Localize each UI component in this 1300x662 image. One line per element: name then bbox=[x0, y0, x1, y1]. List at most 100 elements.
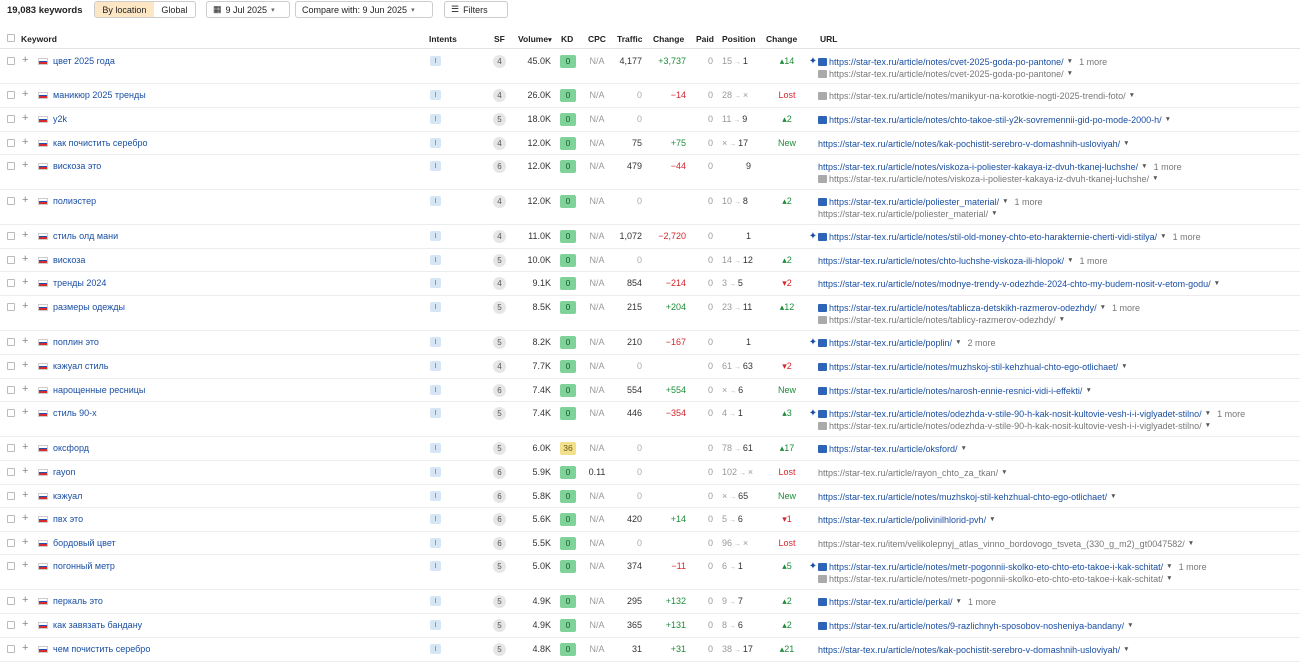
url-link[interactable]: https://star-tex.ru/article/notes/cvet-2… bbox=[829, 68, 1064, 80]
add-keyword-icon[interactable]: + bbox=[22, 442, 28, 453]
serp-features-count[interactable]: 4 bbox=[493, 195, 506, 208]
url-link[interactable]: https://star-tex.ru/article/notes/tablic… bbox=[829, 314, 1056, 326]
row-checkbox[interactable] bbox=[7, 338, 15, 346]
add-keyword-icon[interactable]: + bbox=[22, 513, 28, 524]
header-volume[interactable]: Volume▾ bbox=[518, 34, 552, 44]
add-keyword-icon[interactable]: + bbox=[22, 254, 28, 265]
url-link[interactable]: https://star-tex.ru/article/notes/cvet-2… bbox=[829, 56, 1064, 68]
serp-features-count[interactable]: 5 bbox=[493, 560, 506, 573]
url-link[interactable]: https://star-tex.ru/article/notes/viskoz… bbox=[818, 161, 1138, 173]
chevron-down-icon[interactable]: ▼ bbox=[1067, 68, 1073, 80]
chevron-down-icon[interactable]: ▼ bbox=[1067, 56, 1073, 68]
add-keyword-icon[interactable]: + bbox=[22, 160, 28, 171]
serp-features-count[interactable]: 5 bbox=[493, 301, 506, 314]
header-position[interactable]: Position bbox=[722, 34, 756, 44]
row-checkbox[interactable] bbox=[7, 409, 15, 417]
keyword-link[interactable]: тренды 2024 bbox=[53, 278, 106, 288]
keyword-link[interactable]: чем почистить серебро bbox=[53, 644, 150, 654]
more-urls-link[interactable]: 1 more bbox=[1179, 561, 1207, 573]
add-keyword-icon[interactable]: + bbox=[22, 560, 28, 571]
header-position-change[interactable]: Change bbox=[766, 34, 797, 44]
more-urls-link[interactable]: 1 more bbox=[1015, 196, 1043, 208]
serp-features-count[interactable]: 4 bbox=[493, 277, 506, 290]
keyword-link[interactable]: y2k bbox=[53, 114, 67, 124]
add-keyword-icon[interactable]: + bbox=[22, 277, 28, 288]
row-checkbox[interactable] bbox=[7, 645, 15, 653]
keyword-link[interactable]: rayon bbox=[53, 467, 76, 477]
serp-features-count[interactable]: 5 bbox=[493, 442, 506, 455]
add-keyword-icon[interactable]: + bbox=[22, 537, 28, 548]
row-checkbox[interactable] bbox=[7, 303, 15, 311]
global-button[interactable]: Global bbox=[154, 2, 195, 17]
url-link[interactable]: https://star-tex.ru/article/notes/tablic… bbox=[829, 302, 1097, 314]
keyword-link[interactable]: перкаль это bbox=[53, 596, 103, 606]
more-urls-link[interactable]: 2 more bbox=[968, 337, 996, 349]
row-checkbox[interactable] bbox=[7, 597, 15, 605]
url-link[interactable]: https://star-tex.ru/article/notes/odezhd… bbox=[829, 420, 1202, 432]
add-keyword-icon[interactable]: + bbox=[22, 466, 28, 477]
url-link[interactable]: https://star-tex.ru/article/poplin/ bbox=[829, 337, 952, 349]
header-intents[interactable]: Intents bbox=[429, 34, 457, 44]
serp-features-count[interactable]: 4 bbox=[493, 55, 506, 68]
serp-features-count[interactable]: 4 bbox=[493, 360, 506, 373]
filters-button[interactable]: ☰ Filters bbox=[444, 1, 508, 18]
keyword-link[interactable]: оксфорд bbox=[53, 443, 89, 453]
url-link[interactable]: https://star-tex.ru/article/notes/chto-t… bbox=[829, 114, 1162, 126]
chevron-down-icon[interactable]: ▼ bbox=[961, 443, 967, 455]
chevron-down-icon[interactable]: ▼ bbox=[991, 208, 997, 220]
chevron-down-icon[interactable]: ▼ bbox=[1129, 90, 1135, 102]
serp-features-count[interactable]: 6 bbox=[493, 513, 506, 526]
keyword-link[interactable]: вискоза bbox=[53, 255, 85, 265]
url-link[interactable]: https://star-tex.ru/article/oksford/ bbox=[829, 443, 958, 455]
add-keyword-icon[interactable]: + bbox=[22, 301, 28, 312]
add-keyword-icon[interactable]: + bbox=[22, 619, 28, 630]
serp-features-count[interactable]: 5 bbox=[493, 113, 506, 126]
keyword-link[interactable]: нарощенные ресницы bbox=[53, 385, 145, 395]
add-keyword-icon[interactable]: + bbox=[22, 643, 28, 654]
url-link[interactable]: https://star-tex.ru/article/notes/narosh… bbox=[829, 385, 1082, 397]
chevron-down-icon[interactable]: ▼ bbox=[1123, 644, 1129, 656]
chevron-down-icon[interactable]: ▼ bbox=[1100, 302, 1106, 314]
row-checkbox[interactable] bbox=[7, 539, 15, 547]
row-checkbox[interactable] bbox=[7, 162, 15, 170]
chevron-down-icon[interactable]: ▼ bbox=[1214, 278, 1220, 290]
add-keyword-icon[interactable]: + bbox=[22, 195, 28, 206]
header-cpc[interactable]: CPC bbox=[588, 34, 606, 44]
chevron-down-icon[interactable]: ▼ bbox=[956, 596, 962, 608]
row-checkbox[interactable] bbox=[7, 444, 15, 452]
more-urls-link[interactable]: 1 more bbox=[1080, 255, 1108, 267]
add-keyword-icon[interactable]: + bbox=[22, 55, 28, 66]
add-keyword-icon[interactable]: + bbox=[22, 490, 28, 501]
more-urls-link[interactable]: 1 more bbox=[1173, 231, 1201, 243]
serp-features-count[interactable]: 4 bbox=[493, 230, 506, 243]
chevron-down-icon[interactable]: ▼ bbox=[1127, 620, 1133, 632]
add-keyword-icon[interactable]: + bbox=[22, 595, 28, 606]
keyword-link[interactable]: погонный метр bbox=[53, 561, 115, 571]
chevron-down-icon[interactable]: ▼ bbox=[1152, 173, 1158, 185]
url-link[interactable]: https://star-tex.ru/article/notes/modnye… bbox=[818, 278, 1211, 290]
keyword-link[interactable]: размеры одежды bbox=[53, 302, 125, 312]
row-checkbox[interactable] bbox=[7, 279, 15, 287]
url-link[interactable]: https://star-tex.ru/article/notes/muzhsk… bbox=[829, 361, 1118, 373]
url-link[interactable]: https://star-tex.ru/article/perkal/ bbox=[829, 596, 953, 608]
keyword-link[interactable]: бордовый цвет bbox=[53, 538, 116, 548]
url-link[interactable]: https://star-tex.ru/article/polivinilhlo… bbox=[818, 514, 986, 526]
select-all-checkbox[interactable] bbox=[7, 34, 15, 42]
add-keyword-icon[interactable]: + bbox=[22, 230, 28, 241]
url-link[interactable]: https://star-tex.ru/article/notes/9-razl… bbox=[829, 620, 1124, 632]
row-checkbox[interactable] bbox=[7, 115, 15, 123]
header-url[interactable]: URL bbox=[820, 34, 837, 44]
header-kd[interactable]: KD bbox=[561, 34, 573, 44]
row-checkbox[interactable] bbox=[7, 232, 15, 240]
chevron-down-icon[interactable]: ▼ bbox=[1160, 231, 1166, 243]
keyword-link[interactable]: кэжуал стиль bbox=[53, 361, 109, 371]
url-link[interactable]: https://star-tex.ru/article/notes/metr-p… bbox=[829, 573, 1163, 585]
row-checkbox[interactable] bbox=[7, 197, 15, 205]
chevron-down-icon[interactable]: ▼ bbox=[1141, 161, 1147, 173]
serp-features-count[interactable]: 5 bbox=[493, 336, 506, 349]
row-checkbox[interactable] bbox=[7, 57, 15, 65]
more-urls-link[interactable]: 1 more bbox=[1079, 56, 1107, 68]
row-checkbox[interactable] bbox=[7, 256, 15, 264]
serp-features-count[interactable]: 5 bbox=[493, 619, 506, 632]
keyword-link[interactable]: маникюр 2025 тренды bbox=[53, 90, 146, 100]
